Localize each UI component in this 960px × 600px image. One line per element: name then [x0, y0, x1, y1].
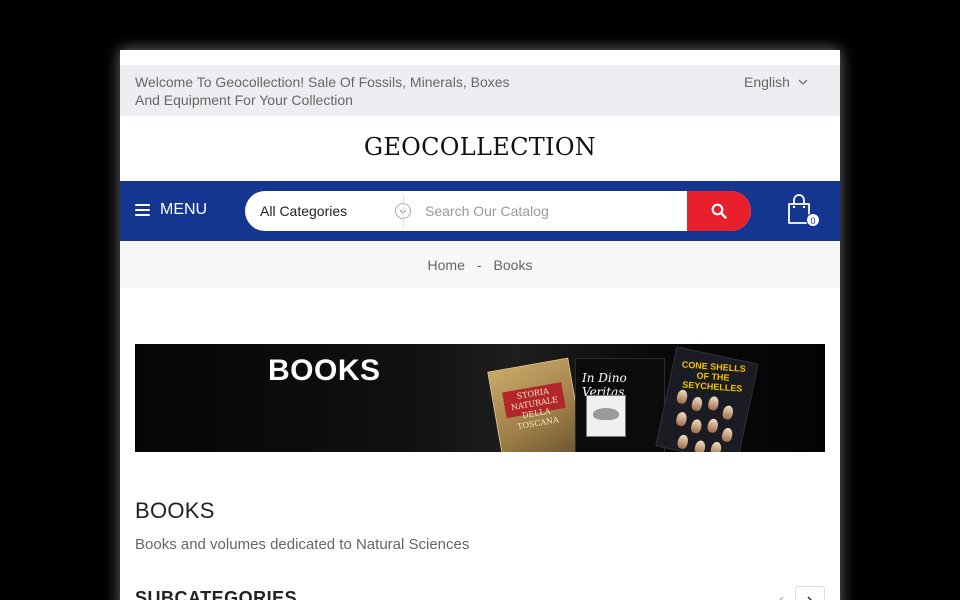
book-cover-cone-shells: CONE SHELLS OF THE SEYCHELLES [655, 346, 759, 452]
menu-label: MENU [160, 201, 208, 218]
cart-button[interactable]: 0 [786, 193, 820, 231]
language-selector[interactable]: English [744, 73, 808, 91]
search-form: All Categories [245, 191, 751, 231]
search-button[interactable] [687, 191, 751, 231]
category-select[interactable]: All Categories [245, 191, 415, 231]
menu-button[interactable]: MENU [135, 201, 207, 219]
breadcrumb: Home - Books [120, 241, 840, 288]
page: Welcome To Geocollection! Sale Of Fossil… [120, 50, 840, 600]
book-cover-storia-naturale: STORIA NATURALE DELLA TOSCANA [487, 357, 585, 452]
main-navbar: MENU All Categories 0 [120, 181, 840, 241]
language-label: English [744, 74, 790, 90]
breadcrumb-home[interactable]: Home [428, 257, 465, 273]
cart-count-badge: 0 [806, 213, 820, 227]
search-icon [711, 203, 727, 219]
breadcrumb-separator: - [476, 256, 482, 273]
category-title: BOOKS [135, 498, 215, 523]
chevron-left-icon[interactable] [765, 586, 795, 600]
breadcrumb-current: Books [493, 256, 533, 273]
category-banner: BOOKS STORIA NATURALE DELLA TOSCANA In D… [135, 344, 825, 452]
search-input[interactable] [415, 191, 687, 231]
book-cover-in-dino-veritas: In Dino Veritas [575, 358, 665, 452]
search-divider [403, 195, 404, 227]
subcategories-heading: SUBCATEGORIES [135, 588, 298, 600]
logo-row: GEOCOLLECTION [120, 116, 840, 181]
top-bar: Welcome To Geocollection! Sale Of Fossil… [120, 65, 840, 116]
hamburger-icon [135, 204, 150, 216]
banner-title: BOOKS [268, 354, 381, 387]
chevron-down-icon [798, 79, 808, 85]
category-description: Books and volumes dedicated to Natural S… [135, 536, 470, 553]
book3-title: CONE SHELLS OF THE SEYCHELLES [681, 359, 746, 394]
chevron-right-icon[interactable] [795, 586, 825, 600]
site-logo[interactable]: GEOCOLLECTION [120, 133, 840, 161]
category-selected: All Categories [260, 203, 348, 219]
welcome-message: Welcome To Geocollection! Sale Of Fossil… [135, 74, 510, 108]
